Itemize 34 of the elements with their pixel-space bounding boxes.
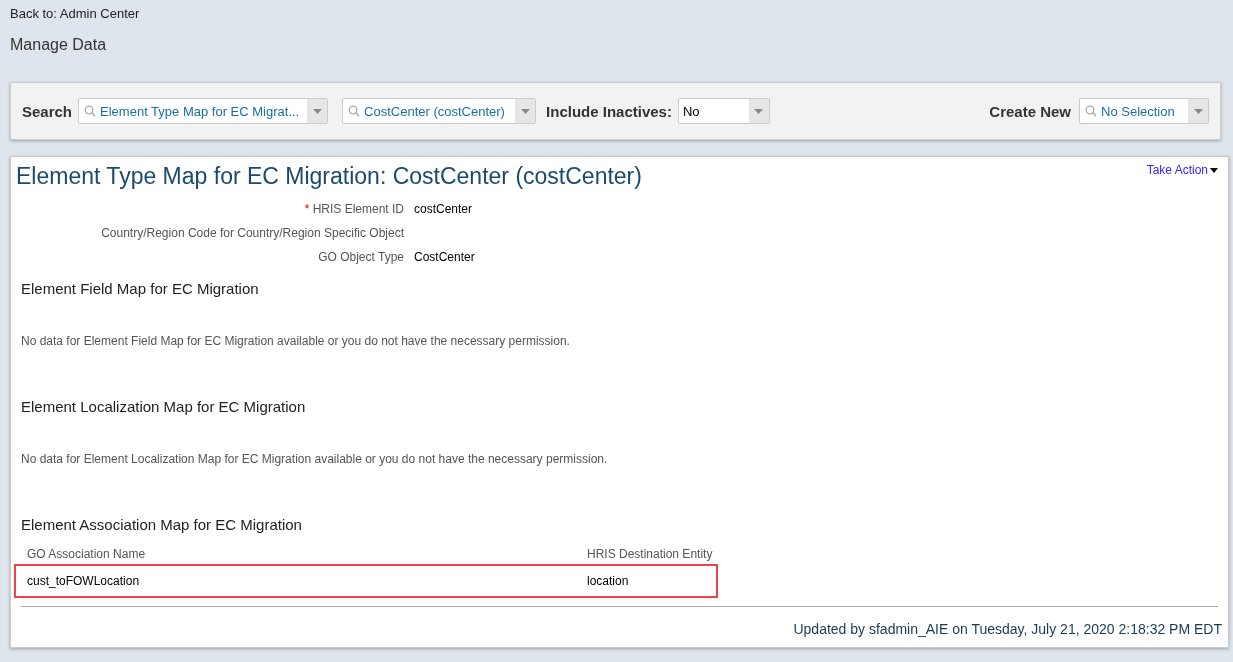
search-icon: [1085, 105, 1097, 117]
section-title: Element Field Map for EC Migration: [21, 280, 260, 297]
search-icon: [84, 105, 97, 117]
dropdown-field[interactable]: No: [677, 98, 770, 124]
caret-icon: [754, 108, 764, 114]
caret-icon: [1210, 167, 1218, 173]
page-title: Manage Data: [10, 36, 108, 54]
search-label: Search: [22, 102, 73, 120]
caret-icon: [1193, 108, 1203, 114]
field-label: * HRIS Element ID: [303, 202, 404, 216]
create-new-label: Create New: [989, 102, 1071, 120]
column-header: HRIS Destination Entity: [587, 547, 714, 561]
dropdown-field[interactable]: Element Type Map for EC Migrat...: [78, 98, 329, 124]
updated-info: Updated by sfadmin_AIE on Tuesday, July 21, 2020 2:18:32 PM EDT: [792, 621, 1222, 637]
no-data-message: No data for Element Field Map for EC Migration available or you do not have the necessary permission.: [21, 334, 571, 348]
field-label: GO Object Type: [317, 250, 404, 264]
include-inactives-label: Include Inactives:: [546, 102, 672, 120]
table-cell-text: cust_toFOWLocation: [27, 574, 141, 588]
column-header: GO Association Name: [27, 547, 147, 561]
table-cell-text: location: [587, 574, 630, 588]
caret-icon: [312, 108, 322, 114]
caret-icon: [520, 108, 530, 114]
section-title: Element Localization Map for EC Migration: [21, 398, 307, 415]
field-label: Country/Region Code for Country/Region Specific Object: [100, 226, 404, 240]
section-title: Element Association Map for EC Migration: [21, 516, 303, 533]
search-icon: [348, 105, 361, 117]
dropdown-field[interactable]: CostCenter (costCenter): [342, 98, 537, 124]
take-action-menu[interactable]: Take Action: [1146, 163, 1218, 177]
dropdown-field[interactable]: No Selection: [1079, 98, 1209, 124]
record-title: Element Type Map for EC Migration: CostCenter (costCenter): [16, 163, 642, 190]
field-value: CostCenter: [414, 250, 475, 264]
back-link[interactable]: Back to: Admin Center: [10, 6, 140, 21]
field-value: costCenter: [414, 202, 473, 216]
no-data-message: No data for Element Localization Map for EC Migration available or you do not have the necessary permission.: [21, 452, 609, 466]
